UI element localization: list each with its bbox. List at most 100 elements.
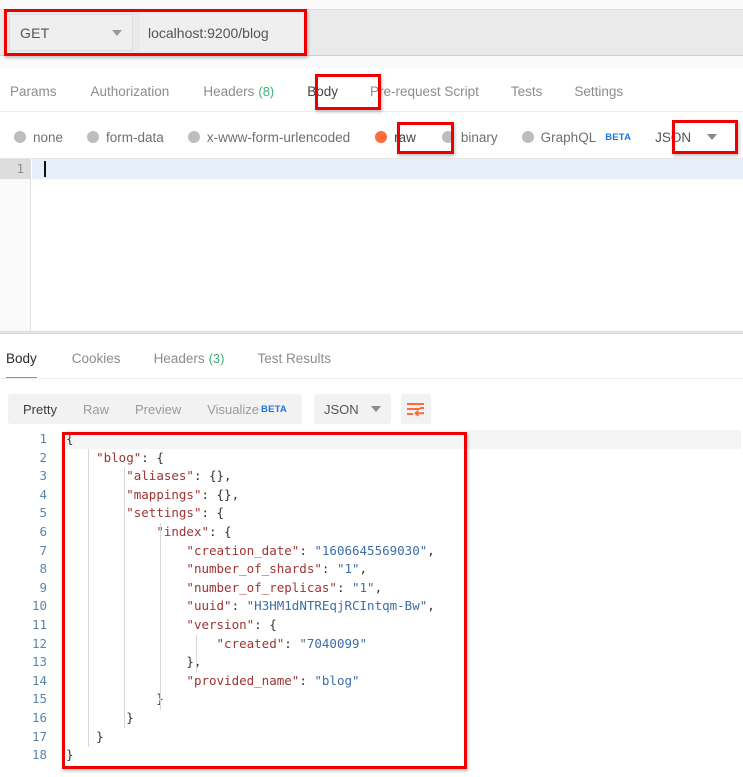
body-format-dropdown[interactable]: JSON: [655, 129, 718, 145]
line-number: 8: [39, 561, 47, 577]
response-view-raw-label: Raw: [82, 401, 109, 417]
code-token-pun: [66, 673, 186, 688]
indent-guide: [88, 449, 89, 747]
code-token-key: "index": [156, 523, 209, 539]
body-format-label: JSON: [655, 129, 692, 145]
code-token-pun: : {},: [193, 468, 232, 484]
response-view-pretty-label: Pretty: [23, 401, 57, 417]
line-number: 7: [39, 542, 47, 558]
beta-badge: BETA: [605, 131, 632, 143]
request-url-field[interactable]: localhost:9200/blog: [140, 14, 303, 51]
tab-settings-label: Settings: [574, 83, 624, 99]
body-type-raw[interactable]: raw: [375, 130, 416, 145]
response-format-dropdown[interactable]: JSON: [314, 394, 391, 424]
code-token-str: "7040099": [299, 635, 368, 651]
tab-tests-label: Tests: [510, 83, 543, 99]
code-token-pun: : {: [141, 449, 164, 465]
tab-headers-count: (8): [258, 83, 275, 99]
code-token-pun: }: [66, 728, 104, 744]
body-type-binary[interactable]: binary: [441, 130, 498, 145]
tab-body-label: Body: [307, 83, 339, 99]
response-view-preview[interactable]: Preview: [122, 394, 194, 424]
code-token-pun: [66, 580, 186, 595]
response-tab-headers[interactable]: Headers (3): [154, 337, 225, 379]
code-token-str: "blog": [314, 672, 360, 688]
response-json-code[interactable]: { "blog": { "aliases": {}, "mappings": {…: [66, 430, 743, 777]
indent-guide: [160, 523, 161, 710]
response-tab-cookies-label: Cookies: [71, 350, 121, 366]
code-line: }: [66, 746, 743, 765]
code-token-pun: : {: [201, 505, 225, 521]
line-number: 16: [31, 709, 47, 725]
body-type-urlencoded-label: x-www-form-urlencoded: [206, 129, 351, 145]
chevron-down-icon: [370, 406, 381, 412]
request-body-editor[interactable]: 1: [0, 158, 743, 331]
line-number: 15: [31, 691, 47, 707]
code-token-key: "uuid": [186, 598, 232, 614]
response-tab-test-results[interactable]: Test Results: [257, 337, 331, 379]
tab-settings[interactable]: Settings: [574, 84, 623, 99]
line-number: 4: [39, 486, 47, 502]
code-line: "aliases": {},: [66, 467, 743, 486]
code-token-pun: [66, 561, 186, 576]
body-type-graphql[interactable]: GraphQL BETA: [521, 129, 632, 145]
code-token-pun: :: [231, 598, 247, 614]
code-token-pun: ,: [359, 561, 368, 577]
code-token-pun: [66, 524, 156, 539]
response-line-number-gutter: 1 2 3 4 5 6 7 8 9 10 11 12 13 14 15 16 17 18: [0, 430, 58, 777]
response-tab-body[interactable]: Body: [6, 337, 37, 379]
http-method-dropdown[interactable]: GET: [9, 14, 133, 51]
response-view-pretty[interactable]: Pretty: [10, 394, 70, 424]
pane-divider[interactable]: [0, 331, 743, 334]
code-line: }: [66, 690, 743, 709]
chevron-down-icon: [112, 29, 122, 36]
code-token-key: "version": [186, 616, 255, 632]
radio-icon: [187, 131, 200, 143]
response-tab-cookies[interactable]: Cookies: [72, 337, 121, 379]
line-number: 10: [31, 598, 47, 614]
tab-headers[interactable]: Headers (8): [203, 84, 274, 99]
line-number: 17: [31, 728, 47, 744]
code-token-str: "1606645569030": [314, 542, 428, 558]
code-token-pun: [66, 468, 126, 483]
response-tab-test-results-label: Test Results: [257, 350, 332, 366]
line-number: 6: [39, 523, 47, 539]
tab-pre-request-script[interactable]: Pre-request Script: [370, 84, 479, 99]
tab-params[interactable]: Params: [10, 84, 57, 99]
code-line: "blog": {: [66, 449, 743, 468]
http-method-label: GET: [20, 24, 50, 41]
code-line: "uuid": "H3HM1dNTREqjRCIntqm-Bw",: [66, 597, 743, 616]
body-type-raw-label: raw: [394, 129, 416, 145]
body-type-none[interactable]: none: [14, 130, 63, 145]
code-token-key: "mappings": [126, 486, 202, 502]
tab-authorization[interactable]: Authorization: [91, 84, 170, 99]
response-view-switcher: Pretty Raw Preview Visualize BETA: [8, 394, 302, 424]
code-line: "number_of_replicas": "1",: [66, 579, 743, 598]
body-type-graphql-label: GraphQL: [540, 129, 597, 145]
line-number: 11: [31, 616, 47, 632]
tab-body[interactable]: Body: [307, 84, 338, 99]
code-token-pun: ,: [427, 542, 435, 558]
radio-icon: [441, 131, 454, 143]
response-body-viewer[interactable]: 1 2 3 4 5 6 7 8 9 10 11 12 13 14 15 16 17 18 { "blog": { …: [0, 430, 743, 777]
body-type-form-data[interactable]: form-data: [87, 130, 164, 145]
code-line: "number_of_shards": "1",: [66, 560, 743, 579]
code-line: {: [66, 430, 743, 449]
line-number: 12: [31, 635, 47, 651]
body-type-urlencoded[interactable]: x-www-form-urlencoded: [187, 129, 351, 145]
code-token-pun: }: [66, 691, 164, 707]
text-cursor: [44, 161, 46, 177]
code-line: "provided_name": "blog": [66, 672, 743, 691]
tab-tests[interactable]: Tests: [511, 84, 543, 99]
response-tab-headers-count: (3): [208, 350, 225, 366]
line-number: 3: [39, 468, 47, 484]
radio-icon: [87, 131, 100, 143]
code-token-pun: :: [299, 672, 315, 688]
code-line: "created": "7040099": [66, 635, 743, 654]
word-wrap-button[interactable]: [400, 394, 431, 424]
response-view-visualize[interactable]: Visualize BETA: [194, 394, 300, 424]
response-view-raw[interactable]: Raw: [70, 394, 122, 424]
code-line: }: [66, 728, 743, 747]
code-token-key: "creation_date": [186, 542, 300, 558]
line-number: 1: [39, 431, 47, 446]
